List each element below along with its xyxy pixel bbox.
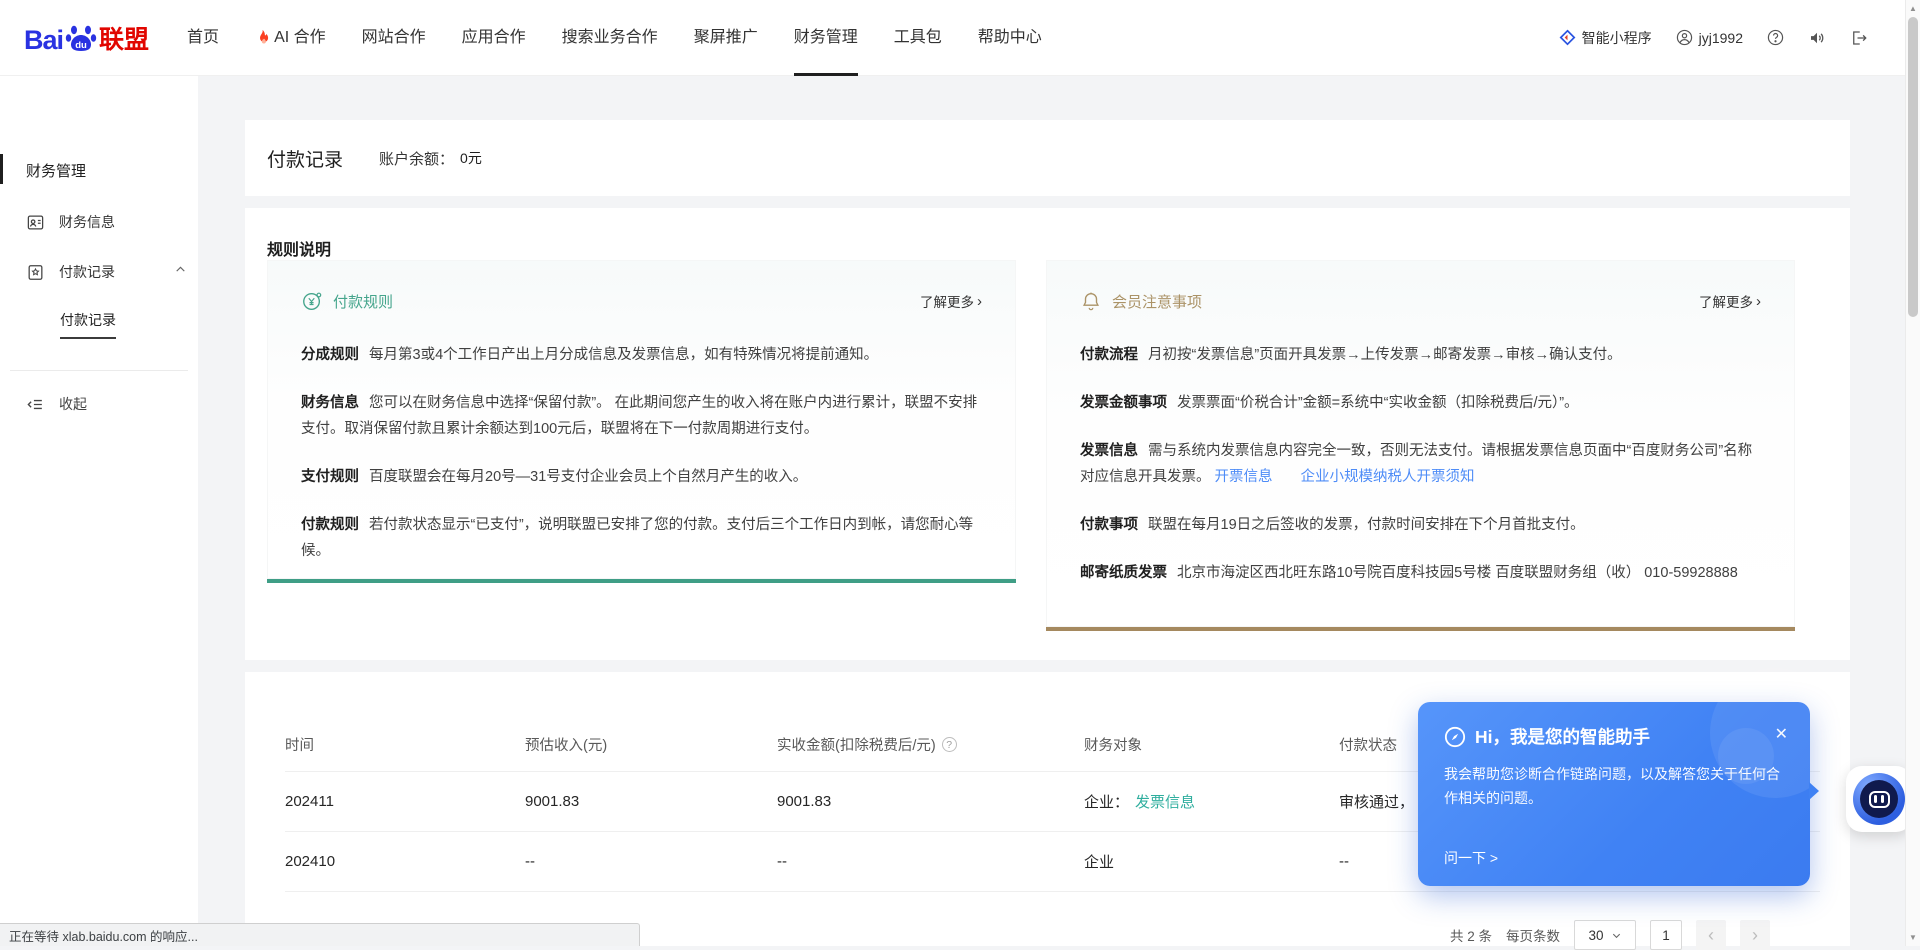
invoice-info-link[interactable]: 开票信息	[1215, 469, 1273, 485]
user-icon	[1676, 29, 1693, 46]
rule-paragraph: 财务信息您可以在财务信息中选择“保留付款”。 在此期间您产生的收入将在账户内进行…	[301, 390, 982, 442]
nav-item-help-center[interactable]: 帮助中心	[978, 0, 1042, 76]
coin-icon	[301, 290, 323, 312]
browser-status-bar: 正在等待 xlab.baidu.com 的响应...	[0, 923, 640, 946]
scroll-up-icon[interactable]: ▲	[1906, 1, 1920, 16]
sidebar-item-payment-records[interactable]: 付款记录	[26, 262, 172, 282]
member-notices-card: 会员注意事项 了解更多› 付款流程月初按“发票信息”页面开具发票→上传发票→邮寄…	[1046, 260, 1795, 631]
logo-text-du: du	[75, 40, 87, 51]
rule-paragraph: 发票信息需与系统内发票信息内容完全一致，否则无法支付。请根据发票信息页面中“百度…	[1080, 438, 1761, 490]
ask-now-link[interactable]: 问一下 >	[1444, 848, 1498, 868]
cell-time: 202410	[285, 853, 525, 870]
close-icon[interactable]: ✕	[1775, 724, 1788, 744]
payment-rules-header: 付款规则 了解更多›	[267, 260, 1016, 312]
assistant-popup: Hi，我是您的智能助手 ✕ 我会帮助您诊断合作链路问题，以及解答您关于任何合作相…	[1418, 702, 1810, 886]
user-account[interactable]: jyj1992	[1676, 29, 1743, 46]
cell-estimated: 9001.83	[525, 793, 777, 810]
rules-section: 规则说明 付款规则 了解更多› 分成规则每月第3或4个工作日产出上月分成信息及发…	[245, 208, 1850, 660]
rule-paragraph: 邮寄纸质发票北京市海淀区西北旺东路10号院百度科技园5号楼 百度联盟财务组（收）…	[1080, 560, 1761, 586]
sidebar-divider	[10, 370, 188, 371]
nav-item-search-cooperation[interactable]: 搜索业务合作	[562, 0, 658, 76]
per-page-label: 每页条数	[1506, 925, 1560, 945]
sidebar-subitem-payment-records[interactable]: 付款记录	[60, 310, 116, 339]
column-header-received: 实收金额(扣除税费后/元) ?	[777, 734, 1084, 755]
rule-paragraph: 支付规则百度联盟会在每月20号—31号支付企业会员上个自然月产生的收入。	[301, 464, 982, 490]
cell-received: --	[777, 853, 1084, 870]
assistant-header: Hi，我是您的智能助手 ✕	[1418, 702, 1810, 749]
robot-ring	[1853, 773, 1905, 825]
cell-finance-target: 企业：发票信息	[1084, 791, 1339, 812]
page-header-card: 付款记录 账户余额： 0元	[245, 120, 1850, 196]
help-icon[interactable]	[1767, 29, 1784, 46]
finance-info-icon	[26, 213, 45, 232]
page-title: 付款记录	[267, 145, 343, 172]
column-header-finance-target: 财务对象	[1084, 734, 1339, 755]
nav-item-ai-cooperation[interactable]: AI 合作	[255, 0, 326, 76]
flame-icon	[255, 29, 270, 47]
sidebar: 财务管理 财务信息 付款记录 付款记录 收起	[0, 76, 198, 946]
payment-rules-more-link[interactable]: 了解更多›	[920, 291, 982, 311]
cell-time: 202411	[285, 793, 525, 810]
baidu-union-logo[interactable]: Bai du 联盟	[24, 20, 149, 56]
assistant-title: Hi，我是您的智能助手	[1475, 724, 1650, 749]
sidebar-collapse-button[interactable]: 收起	[26, 394, 87, 414]
rule-paragraph: 付款流程月初按“发票信息”页面开具发票→上传发票→邮寄发票→审核→确认支付。	[1080, 342, 1761, 368]
column-header-estimated: 预估收入(元)	[525, 734, 777, 755]
scroll-down-icon[interactable]: ▼	[1906, 930, 1920, 945]
sidebar-title: 财务管理	[26, 160, 86, 181]
top-navigation: Bai du 联盟 首页 AI 合作 网站合作 应用合作 搜索业务合作 聚屏推广…	[0, 0, 1920, 76]
total-count-label: 共 2 条	[1450, 925, 1492, 945]
account-balance-label: 账户余额：	[379, 148, 454, 169]
chevron-right-icon: ›	[977, 293, 982, 310]
column-header-time: 时间	[285, 734, 525, 755]
nav-item-screen-promotion[interactable]: 聚屏推广	[694, 0, 758, 76]
account-balance-value: 0元	[460, 148, 482, 168]
nav-item-app-cooperation[interactable]: 应用合作	[462, 0, 526, 76]
member-notices-header: 会员注意事项 了解更多›	[1046, 260, 1795, 312]
main-menu: 首页 AI 合作 网站合作 应用合作 搜索业务合作 聚屏推广 财务管理 工具包 …	[187, 0, 1042, 76]
compass-icon	[1444, 726, 1466, 748]
assistant-robot-avatar[interactable]	[1846, 766, 1912, 832]
sound-icon[interactable]	[1808, 29, 1826, 47]
nav-item-toolkit[interactable]: 工具包	[894, 0, 942, 76]
sidebar-item-finance-info[interactable]: 财务信息	[26, 212, 115, 232]
logo-text-union: 联盟	[99, 20, 149, 56]
member-notices-title: 会员注意事项	[1112, 291, 1202, 312]
smart-program-icon	[1559, 29, 1576, 46]
small-taxpayer-notice-link[interactable]: 企业小规模纳税人开票须知	[1301, 469, 1475, 485]
logout-icon[interactable]	[1850, 29, 1868, 47]
question-circle-icon[interactable]: ?	[942, 737, 957, 752]
member-notices-more-link[interactable]: 了解更多›	[1699, 291, 1761, 311]
payment-rules-card: 付款规则 了解更多› 分成规则每月第3或4个工作日产出上月分成信息及发票信息，如…	[267, 260, 1016, 583]
cell-finance-target: 企业	[1084, 851, 1339, 872]
vertical-scrollbar[interactable]: ▲ ▼	[1905, 0, 1920, 946]
cell-estimated: --	[525, 853, 777, 870]
nav-right-cluster: 智能小程序 jyj1992	[1559, 28, 1868, 48]
payment-rules-body: 分成规则每月第3或4个工作日产出上月分成信息及发票信息，如有特殊情况将提前通知。…	[301, 342, 982, 564]
rules-section-title: 规则说明	[267, 236, 331, 260]
logo-text-bai: Bai	[24, 25, 63, 56]
nav-item-website-cooperation[interactable]: 网站合作	[362, 0, 426, 76]
cell-received: 9001.83	[777, 793, 1084, 810]
chevron-down-icon	[1611, 930, 1622, 941]
invoice-detail-link[interactable]: 发票信息	[1135, 794, 1195, 811]
rule-paragraph: 分成规则每月第3或4个工作日产出上月分成信息及发票信息，如有特殊情况将提前通知。	[301, 342, 982, 368]
payment-records-icon	[26, 263, 45, 282]
smart-program-link[interactable]: 智能小程序	[1559, 28, 1652, 48]
chevron-right-icon: ›	[1756, 293, 1761, 310]
chevron-up-icon[interactable]	[174, 263, 187, 276]
rule-paragraph: 发票金额事项发票票面“价税合计”金额=系统中“实收金额（扣除税费后/元）”。	[1080, 390, 1761, 416]
paw-icon: du	[64, 22, 98, 56]
robot-face-icon	[1860, 780, 1898, 818]
collapse-icon	[26, 395, 45, 414]
member-notices-body: 付款流程月初按“发票信息”页面开具发票→上传发票→邮寄发票→审核→确认支付。 发…	[1080, 342, 1761, 586]
payment-rules-title: 付款规则	[333, 291, 393, 312]
nav-item-home[interactable]: 首页	[187, 0, 219, 76]
scrollbar-thumb[interactable]	[1908, 17, 1918, 317]
bell-icon	[1080, 290, 1102, 312]
rule-paragraph: 付款规则若付款状态显示“已支付”，说明联盟已安排了您的付款。支付后三个工作日内到…	[301, 512, 982, 564]
rule-paragraph: 付款事项联盟在每月19日之后签收的发票，付款时间安排在下个月首批支付。	[1080, 512, 1761, 538]
nav-item-finance-management[interactable]: 财务管理	[794, 0, 858, 76]
